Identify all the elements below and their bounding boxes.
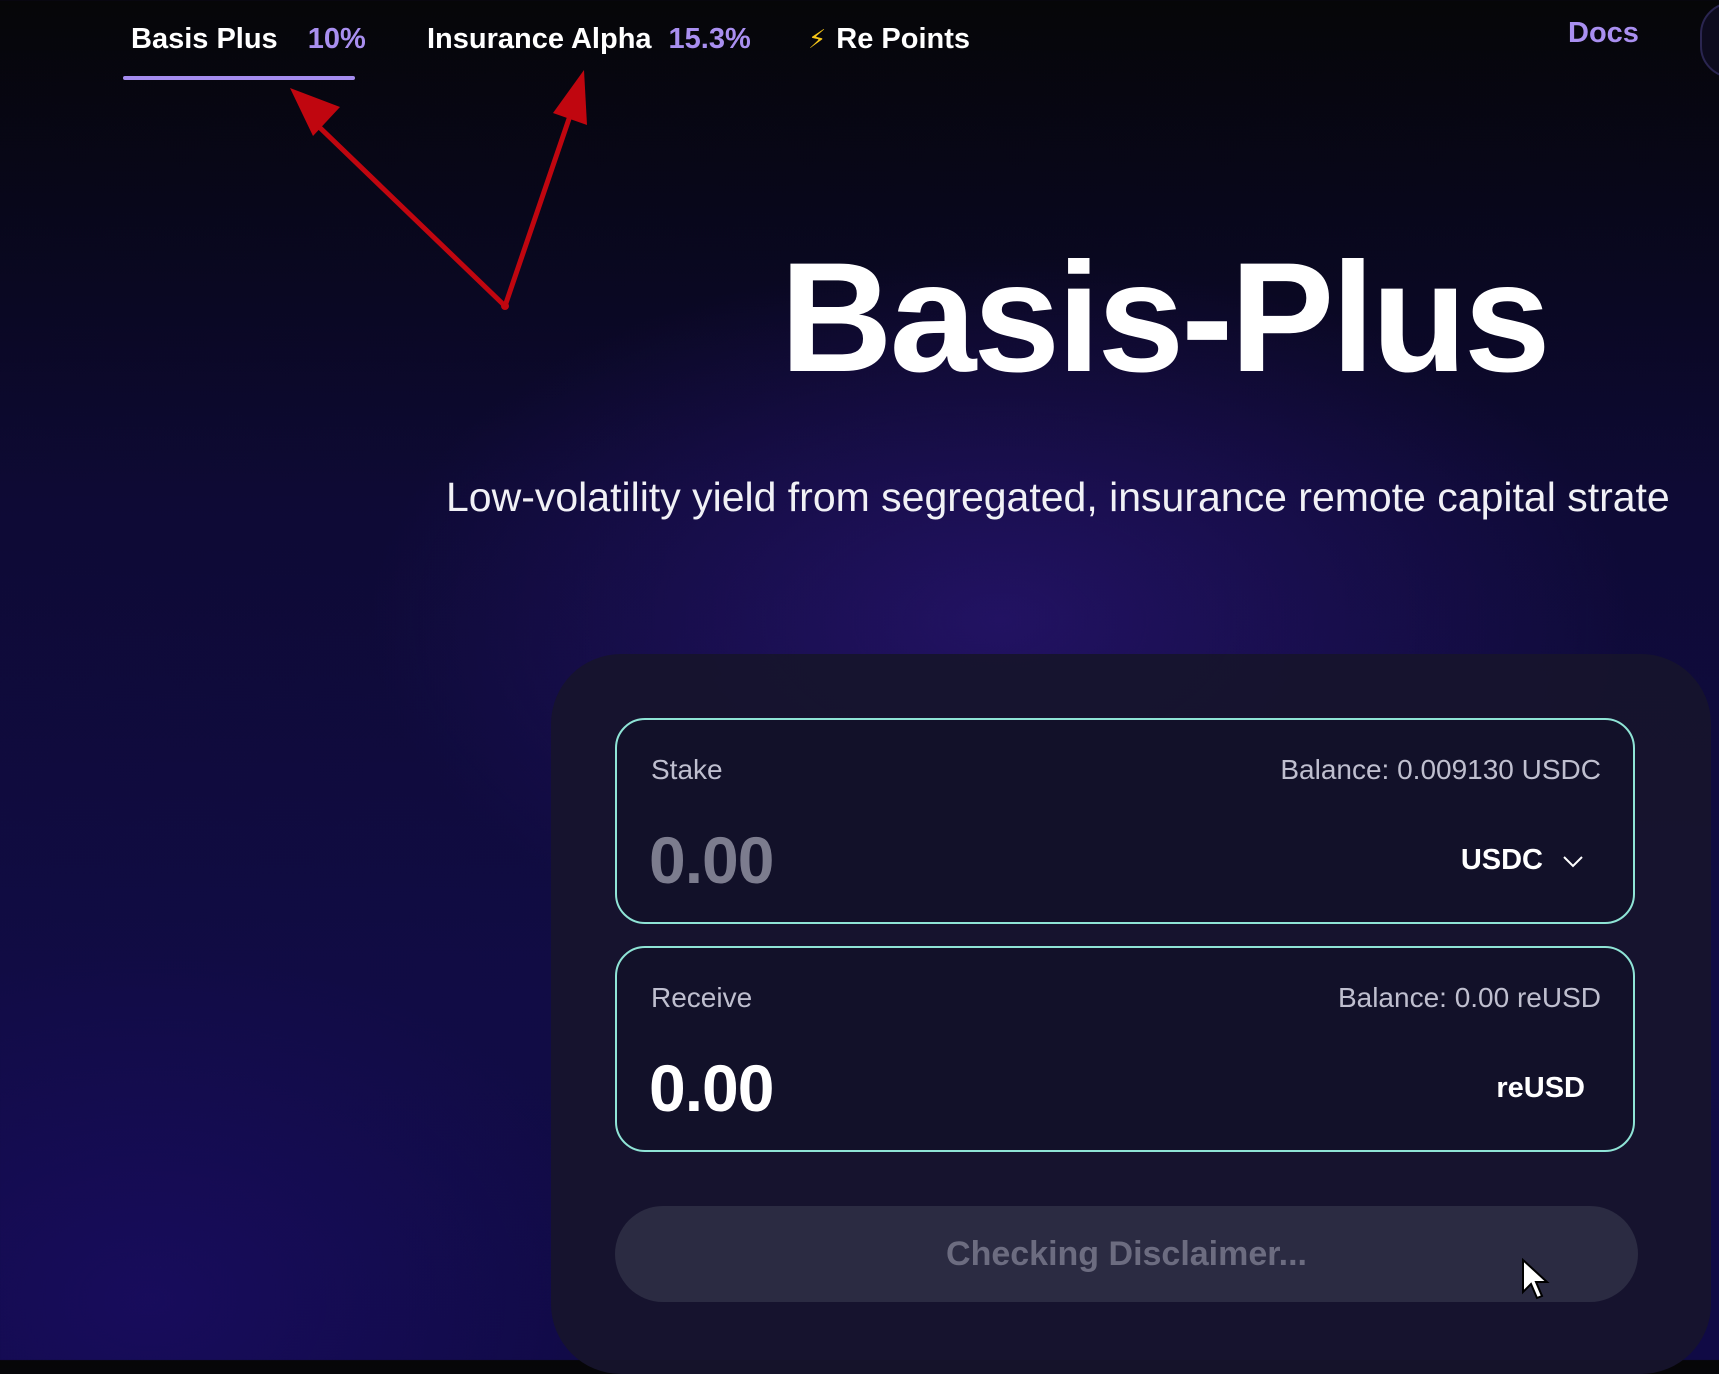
- annotation-arrow-insurance-alpha: [502, 107, 575, 309]
- checking-disclaimer-button[interactable]: Checking Disclaimer...: [615, 1206, 1638, 1302]
- arrow-origin-dot: [501, 302, 509, 310]
- stake-field[interactable]: Stake Balance: 0.009130 USDC 0.00 USDC: [615, 718, 1635, 924]
- receive-field: Receive Balance: 0.00 reUSD 0.00 reUSD: [615, 946, 1635, 1152]
- receive-amount: 0.00: [649, 1051, 774, 1125]
- receive-token: reUSD: [1496, 1072, 1585, 1104]
- arrowhead-insurance-alpha: [553, 70, 587, 125]
- page-title: Basis-Plus: [780, 231, 1551, 405]
- page-subtitle: Low-volatility yield from segregated, in…: [446, 474, 1670, 520]
- token-select-usdc[interactable]: USDC: [1461, 844, 1585, 877]
- token-select-label: USDC: [1460, 844, 1543, 876]
- arrowhead-basis-plus: [290, 88, 340, 136]
- stake-label: Stake: [651, 754, 723, 785]
- chevron-down-icon: [1563, 855, 1583, 867]
- stake-amount-input[interactable]: 0.00: [649, 822, 774, 898]
- stake-balance: Balance: 0.009130 USDC: [1280, 754, 1601, 785]
- annotation-arrow-basis-plus: [311, 119, 508, 309]
- receive-label: Receive: [651, 982, 753, 1013]
- receive-balance: Balance: 0.00 reUSD: [1337, 982, 1601, 1013]
- mouse-cursor-icon: [1522, 1258, 1550, 1300]
